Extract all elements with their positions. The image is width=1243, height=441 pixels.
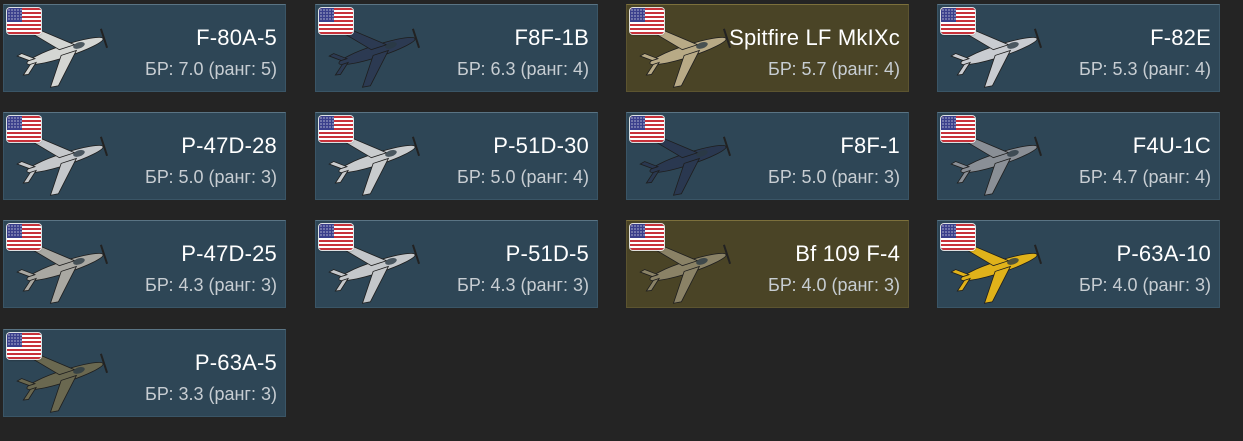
vehicle-card[interactable]: P-51D-5 БР: 4.3 (ранг: 3) [315, 220, 598, 308]
vehicle-card[interactable]: Spitfire LF MkIXc БР: 5.7 (ранг: 4) [626, 4, 909, 92]
vehicle-name: P-47D-25 [181, 241, 277, 266]
usa-flag-icon [630, 116, 664, 142]
battle-rating: БР: 4.3 (ранг: 3) [457, 275, 589, 295]
vehicle-name: P-51D-5 [505, 241, 589, 266]
usa-flag-icon [7, 116, 41, 142]
vehicle-name: Bf 109 F-4 [795, 241, 900, 266]
vehicle-name: F4U-1C [1132, 133, 1211, 158]
usa-flag-icon [319, 8, 353, 34]
vehicle-card[interactable]: P-51D-30 БР: 5.0 (ранг: 4) [315, 112, 598, 200]
usa-flag-icon [319, 224, 353, 250]
battle-rating: БР: 4.3 (ранг: 3) [145, 275, 277, 295]
usa-flag-icon [7, 8, 41, 34]
vehicle-card[interactable]: F4U-1C БР: 4.7 (ранг: 4) [937, 112, 1220, 200]
vehicle-name: P-47D-28 [181, 133, 277, 158]
usa-flag-icon [630, 224, 664, 250]
vehicle-name: F8F-1 [840, 133, 900, 158]
vehicle-grid: F-80A-5 БР: 7.0 (ранг: 5) F8F-1B БР: 6.3 (р… [0, 0, 1243, 441]
usa-flag-icon [941, 224, 975, 250]
vehicle-name: F-80A-5 [196, 25, 277, 50]
battle-rating: БР: 5.0 (ранг: 4) [457, 167, 589, 187]
battle-rating: БР: 4.0 (ранг: 3) [768, 275, 900, 295]
usa-flag-icon [630, 8, 664, 34]
battle-rating: БР: 6.3 (ранг: 4) [457, 59, 589, 79]
battle-rating: БР: 3.3 (ранг: 3) [145, 384, 277, 404]
vehicle-card[interactable]: P-63A-10 БР: 4.0 (ранг: 3) [937, 220, 1220, 308]
battle-rating: БР: 5.7 (ранг: 4) [768, 59, 900, 79]
vehicle-name: P-63A-5 [194, 350, 277, 375]
vehicle-name: Spitfire LF MkIXc [729, 25, 900, 50]
battle-rating: БР: 7.0 (ранг: 5) [145, 59, 277, 79]
vehicle-card[interactable]: P-47D-25 БР: 4.3 (ранг: 3) [3, 220, 286, 308]
vehicle-card[interactable]: Bf 109 F-4 БР: 4.0 (ранг: 3) [626, 220, 909, 308]
battle-rating: БР: 4.0 (ранг: 3) [1079, 275, 1211, 295]
battle-rating: БР: 4.7 (ранг: 4) [1079, 167, 1211, 187]
vehicle-name: F-82E [1150, 25, 1211, 50]
usa-flag-icon [319, 116, 353, 142]
vehicle-card[interactable]: F-80A-5 БР: 7.0 (ранг: 5) [3, 4, 286, 92]
vehicle-card[interactable]: P-47D-28 БР: 5.0 (ранг: 3) [3, 112, 286, 200]
battle-rating: БР: 5.0 (ранг: 3) [768, 167, 900, 187]
usa-flag-icon [941, 116, 975, 142]
battle-rating: БР: 5.3 (ранг: 4) [1079, 59, 1211, 79]
vehicle-card[interactable]: F8F-1B БР: 6.3 (ранг: 4) [315, 4, 598, 92]
vehicle-card[interactable]: F-82E БР: 5.3 (ранг: 4) [937, 4, 1220, 92]
vehicle-card[interactable]: F8F-1 БР: 5.0 (ранг: 3) [626, 112, 909, 200]
battle-rating: БР: 5.0 (ранг: 3) [145, 167, 277, 187]
usa-flag-icon [941, 8, 975, 34]
usa-flag-icon [7, 224, 41, 250]
usa-flag-icon [7, 333, 41, 359]
vehicle-name: F8F-1B [514, 25, 589, 50]
vehicle-card[interactable]: P-63A-5 БР: 3.3 (ранг: 3) [3, 329, 286, 417]
vehicle-name: P-63A-10 [1116, 241, 1211, 266]
vehicle-name: P-51D-30 [493, 133, 589, 158]
